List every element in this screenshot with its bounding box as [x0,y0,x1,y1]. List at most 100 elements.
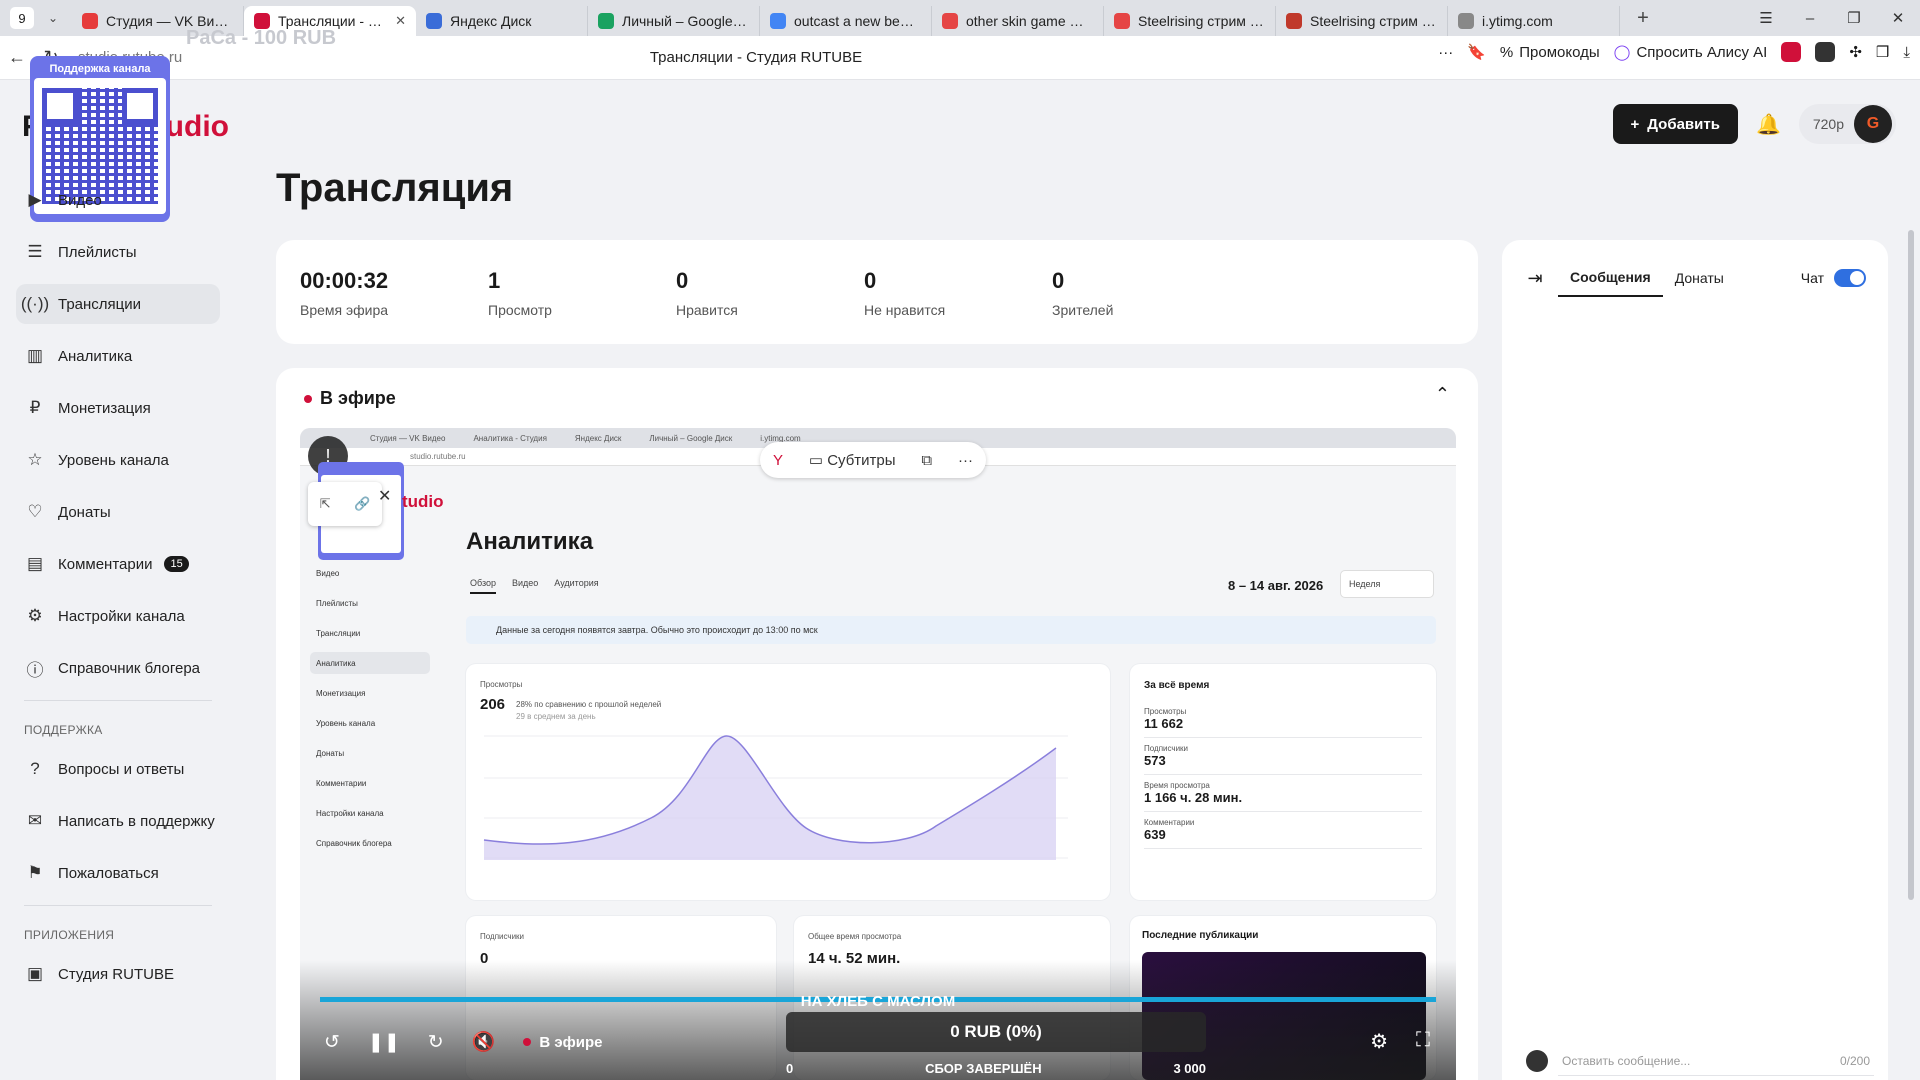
open-external-icon[interactable]: ⇱ [320,496,331,512]
tabs-dropdown-icon[interactable]: ⌄ [42,11,64,25]
add-button[interactable]: + Добавить [1612,104,1738,144]
inner-sidebar-item: Справочник блогера [316,838,392,848]
collapse-panel-icon[interactable]: ⇥ [1512,268,1558,289]
stat-label: Просмотр [488,302,552,318]
live-dot-icon [304,394,312,403]
tab-donates[interactable]: Донаты [1663,260,1736,296]
close-window-icon[interactable]: ✕ [1876,9,1920,27]
rewind-10-icon[interactable]: ↺ [324,1031,340,1054]
sidebar-item[interactable]: ⚙ Настройки канала [16,596,220,636]
browser-tab[interactable]: Яндекс Диск [416,6,588,36]
sidebar-item-label: Настройки канала [58,607,185,625]
sidebar-item[interactable]: ▶ Видео [16,180,220,220]
sidebar: ▶ Видео ☰ Плейлисты ((·)) Трансляции ▥ Анал… [16,180,220,1006]
all-time-card: За всё время Просмотры 11 662 Подписчики … [1130,664,1436,900]
download-icon[interactable]: ⤓ [1903,44,1910,61]
fullscreen-icon[interactable]: ⛶ [1416,1029,1430,1054]
profile-menu[interactable]: 720p G [1798,104,1896,144]
chat-tabs: ⇥ Сообщения Донаты Чат [1502,258,1888,298]
promo-button[interactable]: % Промокоды [1500,44,1600,61]
stat-value: 00:00:32 [300,268,389,293]
extension-dark-icon[interactable] [1815,42,1836,62]
apps-heading: ПРИЛОЖЕНИЯ [24,928,115,942]
extension-red-icon[interactable] [1781,42,1802,62]
sidebar-item[interactable]: ⓘ Справочник блогера [16,648,220,688]
browser-tab[interactable]: i.ytimg.com [1448,6,1620,36]
star-icon: ☆ [27,450,43,469]
sidebar-item-label: Уровень канала [58,451,169,469]
all-time-row: Время просмотра 1 166 ч. 28 мин. [1144,775,1422,812]
inner-logo: tudio [402,492,444,511]
link-icon[interactable]: 🔗 [354,496,370,512]
alice-button[interactable]: ◯ Спросить Алису AI [1614,43,1768,62]
all-time-row: Просмотры 11 662 [1144,701,1422,738]
close-tab-icon[interactable]: ✕ [395,13,406,29]
player-controls: ↺ ❚❚ ↻ 🔇 В эфире [324,1030,603,1054]
pip-icon[interactable]: ⧉ [921,452,932,469]
yandex-icon [942,13,958,29]
more-icon[interactable]: ··· [1438,44,1453,61]
page-scrollbar[interactable] [1908,230,1914,900]
more-icon[interactable]: ··· [958,452,973,469]
mute-icon[interactable]: 🔇 [472,1030,496,1054]
browser-tab[interactable]: outcast a new beginning [760,6,932,36]
sidebar-item[interactable]: ▥ Аналитика [16,336,220,376]
sidebar-item[interactable]: ₽ Монетизация [16,388,220,428]
views-chart [483,735,1068,860]
subtitles-button[interactable]: ▭ Субтитры [809,451,896,469]
sidebar-item-label: Студия RUTUBE [58,965,174,983]
collapse-icon[interactable]: ⌃ [1435,384,1450,405]
tab-count[interactable]: 9 [10,7,34,29]
sidebar-item[interactable]: ▤ Комментарии 15 [16,544,220,584]
stat-value: 0 [864,268,877,293]
chat-message-input[interactable]: Оставить сообщение... 0/200 [1558,1046,1874,1076]
stream-player[interactable]: Студия — VK Видео Аналитика - Студия Яндек… [300,428,1456,1080]
sidebar-item[interactable]: ☆ Уровень канала [16,440,220,480]
stats-card: 00:00:32 Время эфира 1 Просмотр 0 Нравится… [276,240,1478,344]
sidebar-item[interactable]: ⚑ Пожаловаться [16,853,220,893]
sidebar-item[interactable]: ((·)) Трансляции [16,284,220,324]
tab-messages[interactable]: Сообщения [1558,259,1663,297]
money-icon: ₽ [29,398,41,417]
close-icon[interactable]: ✕ [378,486,391,506]
inner-sidebar-item: Видео [316,568,340,578]
minimize-icon[interactable]: – [1788,10,1832,27]
question-icon: ? [30,759,40,778]
yandex-icon[interactable]: Y [773,452,783,469]
pause-icon[interactable]: ❚❚ [368,1031,400,1054]
stat-label: Зрителей [1052,302,1114,318]
sidebar-item[interactable]: ☰ Плейлисты [16,232,220,272]
inner-sidebar-item: Уровень канала [316,718,376,728]
sidebar-item-label: Плейлисты [58,243,137,261]
puzzle-icon[interactable]: ✣ [1849,43,1862,61]
inner-tab: Обзор [470,578,496,594]
bookmark-icon[interactable]: 🔖 [1467,43,1486,61]
browser-tab[interactable]: other skin game — Яндекс [932,6,1104,36]
chat-toggle[interactable] [1834,269,1866,287]
sidebar-item-label: Комментарии [58,555,153,573]
stat-label: Время эфира [300,302,389,318]
settings-icon[interactable]: ⚙ [1370,1029,1388,1054]
sidebar-item[interactable]: ▣ Студия RUTUBE [16,954,220,994]
sidebar-item[interactable]: ? Вопросы и ответы [16,749,220,789]
sidebar-item[interactable]: ✉ Написать в поддержку [16,801,220,841]
new-tab-button[interactable]: + [1628,7,1658,30]
inner-sidebar-item: Комментарии [316,778,367,788]
browser-tab[interactable]: Steelrising стрим 1 — [1104,6,1276,36]
stat-label: Нравится [676,302,738,318]
sidebar-item[interactable]: ♡ Донаты [16,492,220,532]
player-right-controls: ⚙ ⛶ [1370,1029,1430,1054]
browser-tab[interactable]: Steelrising стрим 1: с [1276,6,1448,36]
inner-tabs: Обзор Видео Аудитория [470,578,599,594]
bell-icon[interactable]: 🔔 [1756,112,1781,137]
menu-icon[interactable]: ☰ [1744,9,1788,27]
inner-sidebar-item: Настройки канала [316,808,384,818]
chat-avatar [1526,1050,1548,1072]
live-dot-icon [523,1038,532,1046]
browser-tab[interactable]: Личный – Google Диск [588,6,760,36]
collections-icon[interactable]: ❒ [1876,43,1889,61]
sidebar-item-label: Пожаловаться [58,864,159,882]
forward-10-icon[interactable]: ↻ [428,1031,444,1054]
maximize-icon[interactable]: ❐ [1832,9,1876,27]
yandex-icon [1114,13,1130,29]
